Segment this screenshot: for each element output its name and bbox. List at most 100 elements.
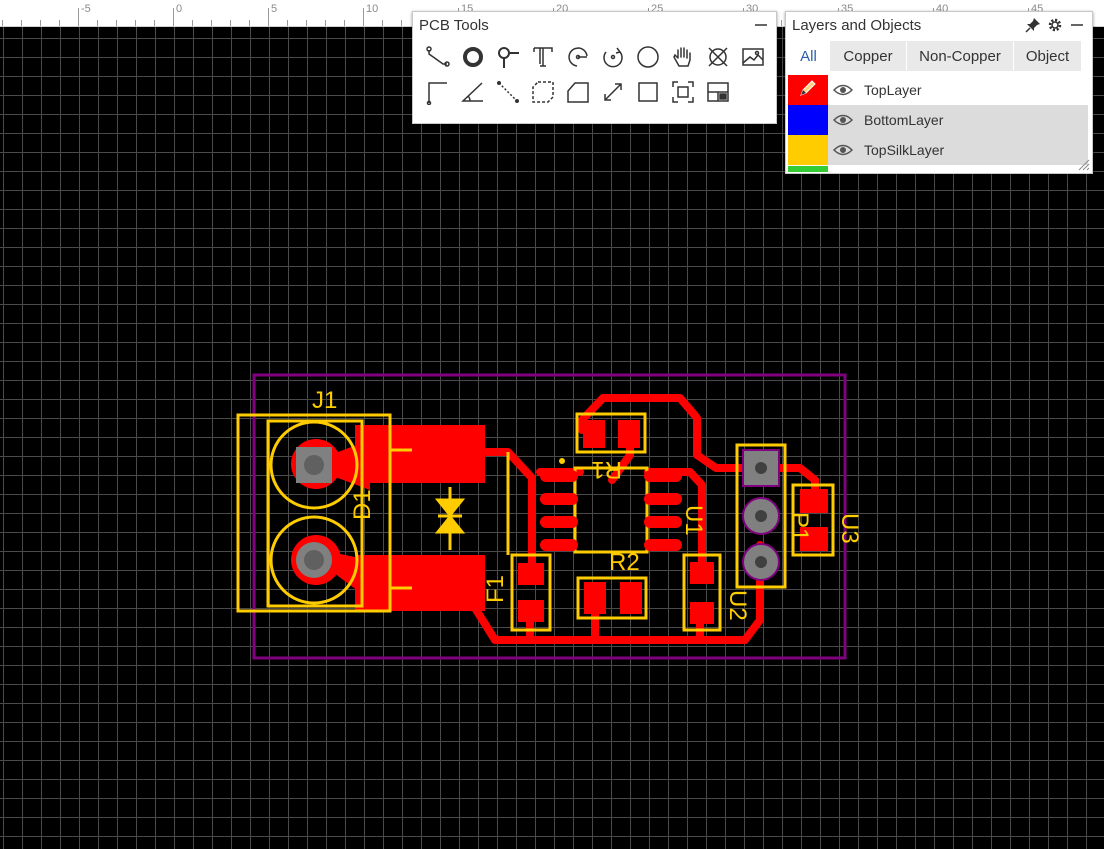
photo-view-icon	[705, 79, 731, 110]
pcb-tools-panel: PCB Tools	[412, 11, 777, 124]
copper-area-tool[interactable]	[525, 77, 560, 112]
designator-p1: P1	[786, 512, 813, 541]
solid-region-tool[interactable]	[560, 77, 595, 112]
ruler-tick	[401, 20, 402, 26]
minimize-icon[interactable]	[752, 16, 770, 34]
ruler-tick	[230, 20, 231, 26]
tab-object[interactable]: Object	[1014, 41, 1082, 71]
arc-tool[interactable]	[560, 42, 595, 77]
text-tool[interactable]	[525, 42, 560, 77]
layer-name[interactable]: TopSilkLayer	[858, 142, 944, 158]
layer-color-swatch-partial	[788, 166, 828, 172]
designator-d1: D1	[349, 489, 376, 520]
ruler-label: -5	[81, 3, 91, 15]
tab-copper[interactable]: Copper	[830, 41, 907, 71]
ruler-tick	[249, 20, 250, 26]
r2-footprint	[576, 576, 648, 620]
dimension-icon	[600, 79, 626, 110]
u2-footprint	[682, 553, 722, 632]
origin-icon	[670, 79, 696, 110]
arc-icon	[565, 44, 591, 75]
minimize-icon[interactable]	[1068, 16, 1086, 34]
pan-tool[interactable]	[665, 42, 700, 77]
line-tool[interactable]	[420, 77, 455, 112]
tab-non-copper[interactable]: Non-Copper	[907, 41, 1014, 71]
hole-icon	[705, 44, 731, 75]
resize-grip-icon[interactable]	[1076, 157, 1090, 171]
layer-row-topsilklayer[interactable]: TopSilkLayer	[788, 135, 1088, 165]
ruler-tick	[306, 20, 307, 26]
pad-icon	[460, 44, 486, 75]
ruler-tick	[2, 20, 3, 26]
ruler-tick	[344, 20, 345, 26]
layers-tabs: All Copper Non-Copper Object	[786, 41, 1092, 71]
designator-r2: R2	[609, 549, 640, 576]
pcb-tools-title: PCB Tools	[419, 16, 489, 34]
connect-tool[interactable]	[490, 77, 525, 112]
ruler-tick	[78, 8, 79, 26]
eye-icon[interactable]	[828, 143, 858, 157]
j1-pads	[296, 447, 332, 578]
image-tool[interactable]	[735, 42, 770, 77]
ruler-tick	[325, 20, 326, 26]
center-arc-tool[interactable]	[595, 42, 630, 77]
ruler-label: 5	[271, 3, 278, 15]
ruler-tick	[363, 8, 364, 26]
designator-j1: J1	[312, 387, 337, 414]
ruler-tick	[40, 20, 41, 26]
image-icon	[740, 44, 766, 75]
d1-symbol	[434, 487, 466, 550]
ruler-tick	[382, 20, 383, 26]
rectangle-icon	[635, 79, 661, 110]
layers-title: Layers and Objects	[792, 16, 922, 34]
layer-color-swatch[interactable]	[788, 105, 828, 135]
ruler-tick	[287, 20, 288, 26]
designator-f1: F1	[482, 575, 509, 603]
hand-icon	[670, 44, 696, 75]
track-icon	[425, 44, 451, 75]
tab-all[interactable]: All	[788, 41, 830, 71]
layers-panel: Layers and Objects All Copper Non-Copper…	[785, 11, 1093, 174]
layer-name[interactable]: TopLayer	[858, 82, 922, 98]
solid-region-icon	[565, 79, 591, 110]
layer-row-bottomlayer[interactable]: BottomLayer	[788, 105, 1088, 135]
eye-icon[interactable]	[828, 113, 858, 127]
ruler-label: 10	[366, 3, 379, 15]
ruler-tick	[97, 20, 98, 26]
ruler-tick	[154, 20, 155, 26]
pin-icon[interactable]	[1024, 16, 1042, 34]
line-corner-icon	[425, 79, 451, 110]
layer-color-swatch[interactable]	[788, 135, 828, 165]
gear-icon[interactable]	[1046, 16, 1064, 34]
ruler-tick	[781, 20, 782, 26]
ruler-tick	[135, 20, 136, 26]
layer-row-toplayer[interactable]: TopLayer	[788, 75, 1088, 105]
ruler-tick	[192, 20, 193, 26]
layer-name[interactable]: BottomLayer	[858, 112, 943, 128]
pcb-tools-header[interactable]: PCB Tools	[413, 12, 776, 38]
eye-icon[interactable]	[828, 83, 858, 97]
ruler-label: 0	[176, 3, 183, 15]
photo-view-tool[interactable]	[700, 77, 735, 112]
dashed-area-icon	[530, 79, 556, 110]
ruler-tick	[59, 20, 60, 26]
rectangle-tool[interactable]	[630, 77, 665, 112]
pad-tool[interactable]	[455, 42, 490, 77]
dimension-tool[interactable]	[595, 77, 630, 112]
designator-r1: R1	[591, 456, 622, 483]
angle-tool[interactable]	[455, 77, 490, 112]
canvas-origin-tool[interactable]	[665, 77, 700, 112]
circle-tool[interactable]	[630, 42, 665, 77]
pcb-tools-grid	[413, 38, 776, 112]
connect-pad-icon	[495, 79, 521, 110]
layer-list: TopLayer BottomLayer TopSilkLayer	[786, 75, 1092, 165]
text-icon	[530, 44, 556, 75]
layers-header[interactable]: Layers and Objects	[786, 12, 1092, 38]
layer-color-swatch[interactable]	[788, 75, 828, 105]
designator-u2: U2	[724, 590, 751, 621]
ruler-tick	[116, 20, 117, 26]
track-tool[interactable]	[420, 42, 455, 77]
ruler-tick	[173, 8, 174, 26]
hole-tool[interactable]	[700, 42, 735, 77]
via-tool[interactable]	[490, 42, 525, 77]
